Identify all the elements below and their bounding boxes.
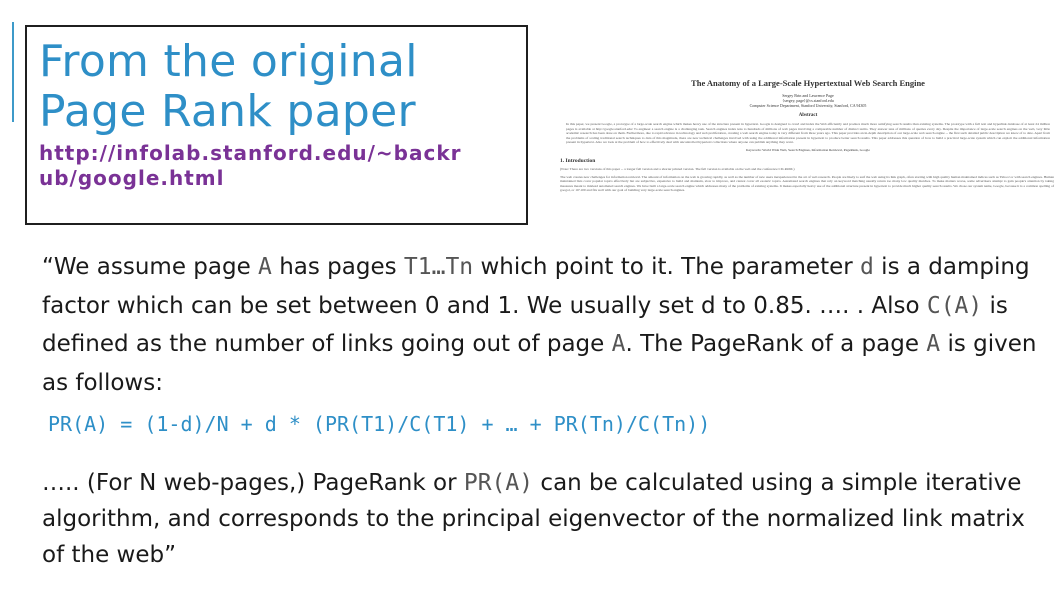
paper-intro-note: (Note: There are two versions of this pa… (560, 166, 795, 171)
paper-section-heading: 1. Introduction (560, 157, 596, 164)
quote-paragraph: “We assume page A has pages T1…Tn which … (42, 248, 1042, 402)
paper-title: The Anatomy of a Large-Scale Hypertextua… (691, 78, 925, 88)
accent-rule (12, 22, 14, 122)
quote-text: which point to it. The parameter (473, 254, 861, 280)
paper-authors: Sergey Brin and Lawrence Page {sergey, p… (558, 93, 1058, 108)
conclusion-text: ….. (For N web-pages,) PageRank or (42, 470, 464, 496)
quote-code: A (611, 331, 626, 357)
slide-title-line-1: From the original (39, 36, 418, 87)
quote-text: “We assume page (42, 254, 259, 280)
paper-affiliation: Computer Science Department, Stanford Un… (749, 103, 867, 108)
quote-code: C(A) (926, 292, 983, 319)
quote-text: . The PageRank of a page (625, 331, 927, 357)
quote-code: A (258, 254, 272, 280)
quote-code: d (860, 254, 874, 280)
quote-code: T1…Tn (403, 254, 474, 280)
source-url-line-2: ub/google.html (39, 166, 225, 190)
source-url-line-1: http://infolab.stanford.edu/~backr (39, 141, 462, 165)
quote-text: has pages (271, 254, 404, 280)
quote-code: A (926, 331, 941, 357)
slide-title-line-2: Page Rank paper (39, 86, 416, 137)
paper-keywords: Keywords: World Wide Web, Search Engines… (746, 147, 870, 152)
source-url[interactable]: http://infolab.stanford.edu/~backr ub/go… (39, 141, 514, 191)
paper-abstract-text: In this paper, we present Google, a prot… (566, 122, 1050, 145)
conclusion-paragraph: ….. (For N web-pages,) PageRank or PR(A)… (42, 465, 1042, 573)
title-box: From the original Page Rank paper http:/… (25, 25, 528, 225)
pagerank-formula: PR(A) = (1-d)/N + d * (PR(T1)/C(T1) + … … (48, 412, 711, 436)
paper-thumbnail: The Anatomy of a Large-Scale Hypertextua… (558, 30, 1058, 255)
paper-abstract-heading: Abstract (798, 113, 818, 118)
conclusion-code: PR(A) (463, 470, 534, 496)
paper-intro-text: The web creates new challenges for infor… (560, 174, 1054, 193)
